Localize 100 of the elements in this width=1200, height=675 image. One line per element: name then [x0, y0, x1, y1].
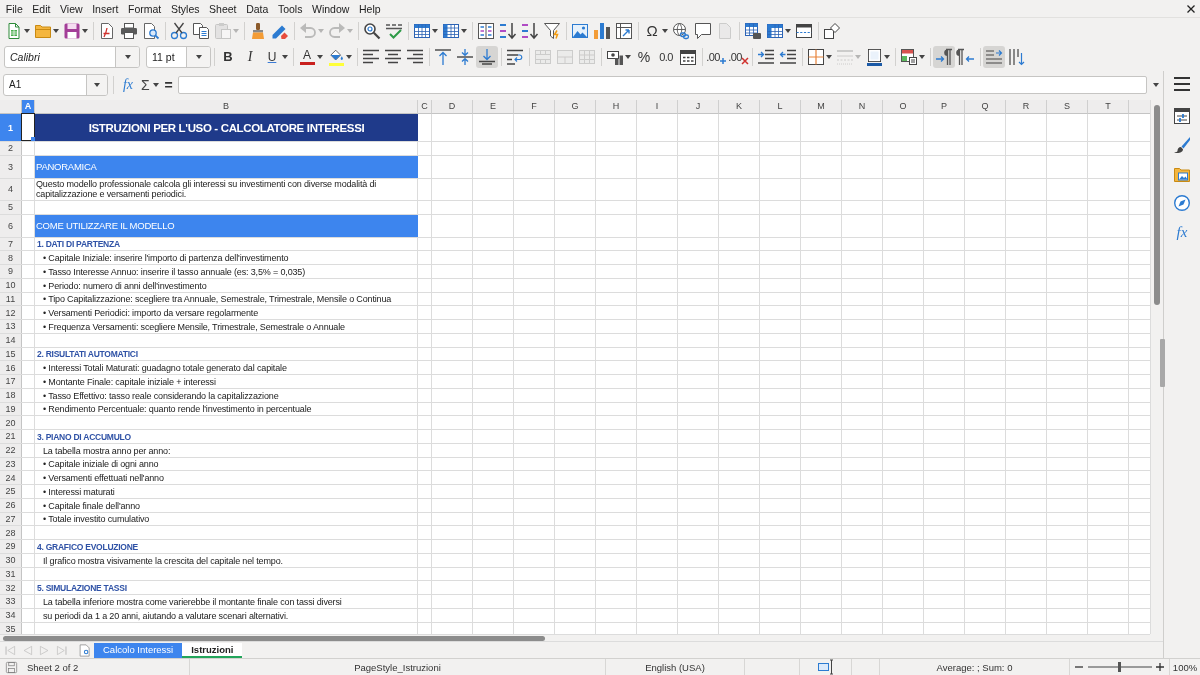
percent-format-button[interactable]: % [633, 46, 655, 68]
menu-item[interactable]: Window [307, 0, 355, 17]
funnel-icon [544, 22, 560, 39]
horizontal-scrollbar[interactable] [0, 634, 1150, 641]
row-header[interactable]: 13 [0, 320, 22, 333]
row-header[interactable]: 4 [0, 178, 22, 200]
row-header[interactable]: 25 [0, 485, 22, 498]
row-header[interactable]: 16 [0, 361, 22, 374]
italic-button[interactable]: I [239, 46, 261, 68]
right-to-left-button[interactable] [955, 46, 977, 68]
bullet-item: • Capitale iniziale di ogni anno [42, 458, 159, 471]
dropdown-button[interactable] [85, 74, 107, 95]
skip-end-icon [55, 644, 67, 656]
split-window-icon [796, 22, 812, 39]
sheet-tab[interactable]: Istruzioni [182, 642, 243, 658]
number-format-button[interactable]: 0.0 [655, 46, 677, 68]
column-header[interactable]: K [719, 100, 760, 114]
menu-item[interactable]: Edit [27, 0, 56, 17]
left-to-right-button[interactable] [933, 46, 955, 68]
column-header[interactable]: J [678, 100, 719, 114]
formula-button[interactable]: = [162, 74, 175, 95]
column-header[interactable]: B [35, 100, 418, 114]
column-header[interactable]: D [432, 100, 473, 114]
menu-item[interactable]: View [55, 0, 88, 17]
zoom-in-button[interactable] [1155, 662, 1165, 672]
scrollbar-thumb[interactable] [3, 636, 545, 641]
close-document-button[interactable] [1186, 3, 1196, 14]
caret-icon [93, 82, 100, 87]
row-header[interactable]: 28 [0, 526, 22, 539]
row-header[interactable]: 32 [0, 581, 22, 594]
row-header[interactable]: 17 [0, 375, 22, 388]
menu-item[interactable]: Data [241, 0, 274, 17]
sum-button[interactable]: Σ [138, 74, 161, 95]
function-wizard-button[interactable]: fx [119, 74, 136, 95]
font-color-button[interactable]: A [296, 46, 325, 68]
bullet-item: • Interessi Totali Maturati: guadagno totale generato dal capitale [42, 362, 287, 374]
column-header[interactable]: G [555, 100, 596, 114]
column-header[interactable]: A [22, 100, 35, 114]
align-middle-button[interactable] [454, 46, 476, 68]
font-name-box[interactable]: Calibri [4, 46, 140, 68]
formula-input-field[interactable] [177, 75, 1147, 94]
column-header[interactable]: T [1088, 100, 1129, 114]
menu-item[interactable]: Format [123, 0, 167, 17]
menu-item[interactable]: Insert [87, 0, 124, 17]
row-header[interactable]: 6 [0, 214, 22, 237]
row-header[interactable]: 21 [0, 430, 22, 443]
column-header[interactable]: M [801, 100, 842, 114]
row-header[interactable]: 29 [0, 540, 22, 553]
row-header[interactable]: 2 [0, 142, 22, 155]
borders-button[interactable] [805, 46, 834, 68]
sheet-tab[interactable]: Calcolo Interessi [94, 642, 183, 658]
column-header[interactable]: O [883, 100, 924, 114]
add-decimal-button[interactable]: .00 [705, 46, 727, 68]
row-header[interactable]: 9 [0, 265, 22, 278]
column-header[interactable]: I [637, 100, 678, 114]
font-size-box[interactable]: 11 pt [146, 46, 211, 68]
name-box[interactable]: A1 [3, 73, 108, 96]
column-header[interactable]: P [924, 100, 965, 114]
caret-icon [884, 55, 890, 59]
delete-decimal-button[interactable]: .00 [727, 46, 749, 68]
menu-item[interactable]: Tools [273, 0, 308, 17]
add-sheet-button[interactable] [78, 643, 92, 657]
column-header[interactable]: H [596, 100, 637, 114]
row-header[interactable]: 1 [0, 114, 22, 141]
menu-item[interactable]: Help [354, 0, 386, 17]
banknote-coins-icon [607, 49, 623, 65]
column-header[interactable]: E [473, 100, 514, 114]
properties-button[interactable] [1171, 105, 1193, 127]
conditional-format-button[interactable] [898, 46, 927, 68]
undo-icon [300, 22, 316, 39]
column-header[interactable]: S [1047, 100, 1088, 114]
row-header[interactable]: 8 [0, 251, 22, 264]
dropdown-button[interactable] [186, 47, 210, 67]
sidebar-grip[interactable] [1160, 339, 1165, 387]
bold-button[interactable]: B [217, 46, 239, 68]
functions-button[interactable]: fx [1171, 221, 1193, 243]
menu-item[interactable]: Styles [166, 0, 205, 17]
column-header[interactable]: L [760, 100, 801, 114]
column-header[interactable]: N [842, 100, 883, 114]
align-top-button[interactable] [432, 46, 454, 68]
row-header[interactable]: 24 [0, 471, 22, 484]
column-header[interactable]: C [418, 100, 432, 114]
row-header[interactable]: 12 [0, 306, 22, 319]
column-header[interactable]: R [1006, 100, 1047, 114]
align-middle-icon [457, 49, 473, 65]
column-header[interactable]: Q [965, 100, 1006, 114]
row-header[interactable]: 3 [0, 155, 22, 178]
align-bottom-button[interactable] [476, 46, 498, 68]
zoom-slider-thumb[interactable] [1118, 662, 1121, 672]
bullet-item: • Versamenti Periodici: importo da versare regolarmente [42, 307, 258, 319]
navigator-button[interactable] [1171, 192, 1193, 214]
underline-button[interactable]: U [261, 46, 290, 68]
dropdown-button[interactable] [115, 47, 139, 67]
menu-item[interactable]: Sheet [204, 0, 242, 17]
menu-item[interactable]: File [1, 0, 28, 17]
scrollbar-thumb[interactable] [1154, 105, 1160, 305]
column-header[interactable]: F [514, 100, 555, 114]
special-character-button[interactable]: Ω [641, 19, 670, 42]
row-header[interactable]: 20 [0, 416, 22, 429]
row-header[interactable]: 33 [0, 595, 22, 608]
